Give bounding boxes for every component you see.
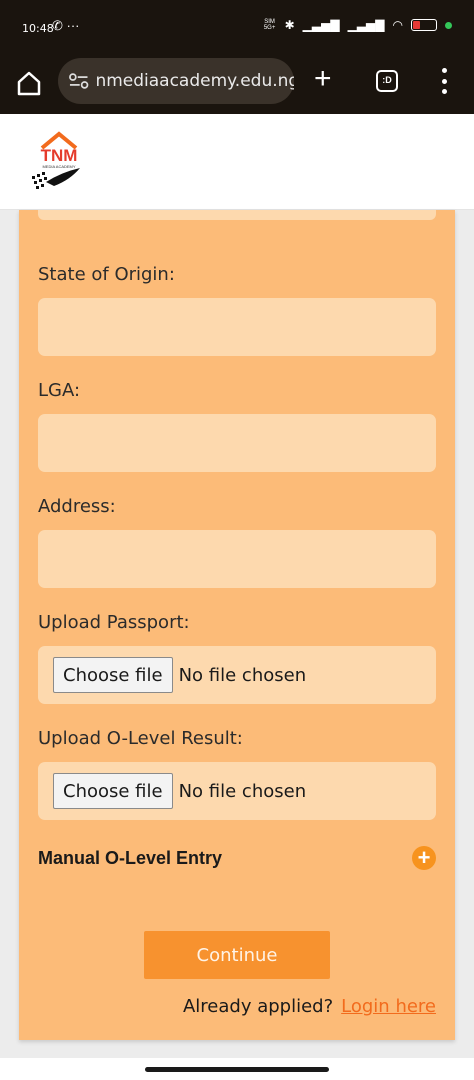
address-bar[interactable]: nmediaacademy.edu.ng	[58, 58, 294, 104]
tab-switcher-button[interactable]: :D	[376, 70, 398, 92]
application-form: State of Origin: LGA: Address: Upload Pa…	[19, 210, 455, 1040]
browser-toolbar: nmediaacademy.edu.ng + :D	[0, 58, 474, 114]
manual-olevel-entry-label: Manual O-Level Entry	[38, 848, 223, 868]
plus-circle-icon[interactable]: +	[412, 846, 436, 870]
address-input[interactable]	[38, 530, 436, 588]
upload-olevel-label: Upload O-Level Result:	[38, 728, 243, 749]
status-bar: 10:48 ✆ ··· SIM 5G+ ✱ ▁▃▅▇ ▁▃▅▇ ◠	[0, 0, 474, 58]
passport-file-status: No file chosen	[178, 664, 307, 686]
lga-label: LGA:	[38, 380, 81, 401]
state-of-origin-input[interactable]	[38, 298, 436, 356]
signal-icon: ▁▃▅▇	[302, 18, 340, 32]
sim-indicator: SIM 5G+	[263, 19, 276, 31]
menu-icon[interactable]	[440, 68, 448, 94]
choose-passport-file-button[interactable]: Choose file	[53, 657, 173, 693]
site-logo[interactable]: TNM MEDIA ACADEMY	[28, 128, 90, 194]
phone-icon: ✆ ···	[52, 18, 80, 33]
lga-input[interactable]	[38, 414, 436, 472]
home-icon[interactable]	[14, 68, 44, 98]
already-applied-row: Already applied? Login here	[183, 996, 436, 1017]
site-settings-icon[interactable]	[68, 72, 89, 90]
upload-passport-label: Upload Passport:	[38, 612, 190, 633]
privacy-dot-icon	[445, 21, 452, 29]
navigation-bar	[0, 1058, 474, 1080]
choose-olevel-file-button[interactable]: Choose file	[53, 773, 173, 809]
already-applied-text: Already applied?	[182, 996, 334, 1017]
home-gesture-bar[interactable]	[145, 1067, 329, 1072]
battery-icon	[411, 19, 437, 31]
wifi-icon: ◠	[392, 18, 403, 32]
status-icons: SIM 5G+ ✱ ▁▃▅▇ ▁▃▅▇ ◠	[263, 18, 452, 32]
new-tab-icon[interactable]: +	[314, 64, 332, 94]
url-text[interactable]: nmediaacademy.edu.ng	[95, 71, 294, 91]
continue-button[interactable]: Continue	[144, 931, 330, 979]
bluetooth-icon: ✱	[284, 18, 295, 32]
svg-text:TNM: TNM	[41, 146, 78, 165]
manual-olevel-entry-toggle[interactable]: Manual O-Level Entry +	[38, 846, 436, 874]
olevel-file-input[interactable]: Choose file No file chosen	[38, 762, 436, 820]
status-time: 10:48	[22, 22, 54, 35]
svg-text:MEDIA ACADEMY: MEDIA ACADEMY	[42, 164, 75, 169]
login-link[interactable]: Login here	[341, 996, 436, 1017]
site-header: TNM MEDIA ACADEMY	[0, 114, 474, 210]
signal-icon-2: ▁▃▅▇	[347, 18, 385, 32]
previous-field-input[interactable]	[38, 210, 436, 220]
olevel-file-status: No file chosen	[178, 780, 307, 802]
state-of-origin-label: State of Origin:	[38, 264, 175, 285]
address-label: Address:	[38, 496, 116, 517]
passport-file-input[interactable]: Choose file No file chosen	[38, 646, 436, 704]
